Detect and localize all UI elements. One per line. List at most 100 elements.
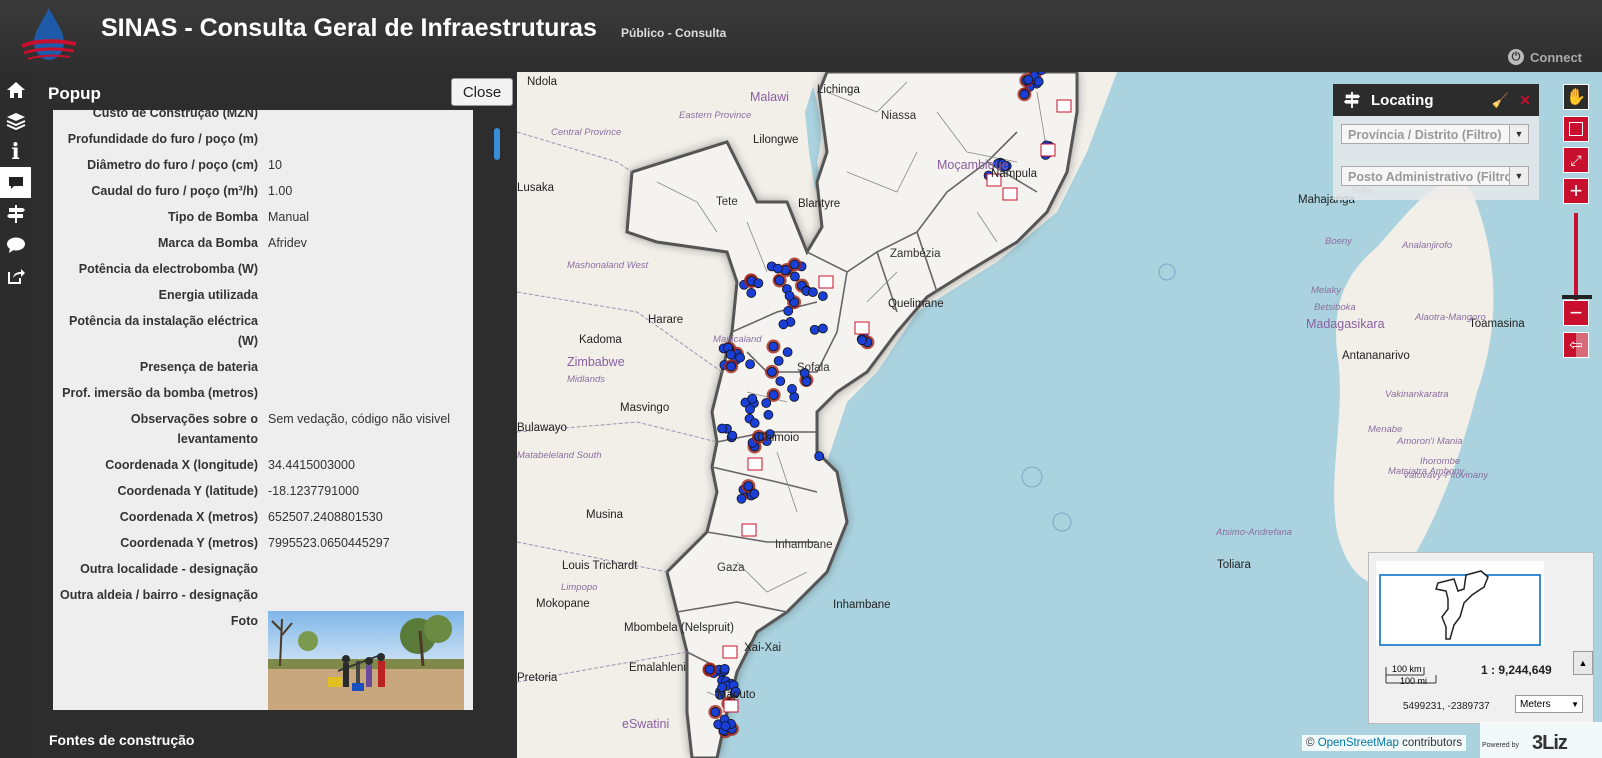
app-subtitle: Público - Consulta bbox=[621, 26, 727, 40]
info-button[interactable]: i bbox=[0, 136, 31, 167]
map-label: Mashonaland West bbox=[567, 260, 649, 271]
popup-scrollbar[interactable] bbox=[494, 128, 500, 160]
point-marker bbox=[789, 259, 800, 270]
power-icon: ⏻ bbox=[1508, 49, 1524, 65]
attribute-value: -18.1237791000 bbox=[268, 484, 360, 498]
zoom-out-button[interactable]: − bbox=[1563, 300, 1589, 326]
popup-footer-text: Fontes de construção bbox=[49, 732, 195, 748]
attribute-row: Outra aldeia / bairro - designação bbox=[53, 583, 473, 609]
map-label: Quelimane bbox=[888, 298, 944, 310]
attribute-key: Potência da instalação eléctrica (W) bbox=[69, 314, 258, 348]
attribute-key: Prof. imersão da bomba (metros) bbox=[62, 386, 258, 400]
point-marker bbox=[749, 488, 760, 499]
attribute-row: Potência da electrobomba (W) bbox=[53, 257, 473, 283]
attribute-value bbox=[263, 557, 473, 583]
left-toolbar: i bbox=[0, 72, 31, 758]
osm-link[interactable]: OpenStreetMap bbox=[1318, 737, 1399, 749]
popup-button[interactable] bbox=[0, 167, 31, 198]
map-label: Zambézia bbox=[890, 248, 941, 260]
attribute-table: Custo de Construção (MZN) Profundidade do… bbox=[53, 110, 473, 710]
scale-km: 100 km bbox=[1392, 664, 1422, 674]
attribute-value: Afridev bbox=[268, 236, 307, 250]
attribute-value: 7995523.0650445297 bbox=[268, 536, 390, 550]
point-marker bbox=[768, 341, 779, 352]
close-icon[interactable]: ✕ bbox=[1519, 92, 1531, 109]
point-marker bbox=[857, 335, 867, 346]
connect-button[interactable]: ⏻ Connect bbox=[1508, 49, 1582, 65]
attribute-value: 10 bbox=[268, 158, 282, 172]
zoom-slider-handle[interactable] bbox=[1562, 295, 1592, 299]
point-marker bbox=[778, 319, 789, 330]
arrow-left-icon: ⇦ bbox=[1569, 337, 1583, 354]
attribute-key: Energia utilizada bbox=[158, 288, 258, 302]
point-marker bbox=[1033, 76, 1044, 87]
map-label: Lusaka bbox=[517, 182, 555, 194]
attribute-row: Prof. imersão da bomba (metros) bbox=[53, 381, 473, 407]
home-icon bbox=[6, 81, 25, 98]
pan-button[interactable]: ✋ bbox=[1563, 84, 1589, 110]
attribute-value bbox=[263, 355, 473, 381]
point-marker bbox=[749, 418, 760, 428]
site-photo[interactable] bbox=[268, 611, 464, 710]
connect-label: Connect bbox=[1530, 49, 1582, 65]
home-button[interactable] bbox=[0, 74, 31, 105]
point-marker bbox=[710, 707, 721, 717]
share-button[interactable] bbox=[0, 260, 31, 291]
zoom-in-button[interactable]: + bbox=[1563, 178, 1589, 204]
clear-filter-icon[interactable]: 🧹 bbox=[1492, 92, 1509, 109]
overview-map-canvas[interactable] bbox=[1376, 561, 1544, 646]
point-marker bbox=[790, 271, 800, 282]
comment-button[interactable] bbox=[0, 229, 31, 260]
map-label: Maputo bbox=[717, 689, 756, 701]
point-marker bbox=[772, 263, 783, 274]
popup-content[interactable]: Custo de Construção (MZN) Profundidade do… bbox=[53, 110, 473, 710]
attribute-value bbox=[263, 257, 473, 283]
attribute-row: Marca da Bomba Afridev bbox=[53, 231, 473, 257]
attribute-row: Coordenada Y (metros) 7995523.0650445297 bbox=[53, 531, 473, 557]
point-marker bbox=[817, 323, 828, 334]
map-label: Amoron'i Mania bbox=[1397, 436, 1463, 447]
units-select[interactable]: Meters ▼ bbox=[1515, 695, 1583, 713]
overview-toggle-button[interactable]: ▲ bbox=[1573, 651, 1593, 675]
foto-row: Foto bbox=[53, 609, 473, 710]
3liz-logo: 3Liz bbox=[1532, 732, 1568, 754]
zoom-box-button[interactable] bbox=[1563, 116, 1589, 142]
map-label: Inhambane bbox=[775, 539, 833, 551]
cd-marker bbox=[818, 275, 834, 289]
map-label: Mbombela (Nelspruit) bbox=[624, 622, 734, 634]
posto-administrativo-select[interactable]: Posto Administrativo (Filtro) ▼ bbox=[1341, 166, 1529, 186]
attribute-key: Marca da Bomba bbox=[157, 236, 258, 250]
point-marker bbox=[746, 288, 757, 298]
history-back-button[interactable]: ⇦ bbox=[1563, 332, 1589, 358]
map-label: Midlands bbox=[567, 374, 606, 385]
locating-panel: Locating 🧹 ✕ Província / Distrito (Filtr… bbox=[1333, 84, 1539, 200]
map-label: Manicaland bbox=[713, 334, 762, 345]
map-label: Musina bbox=[586, 509, 624, 521]
province-district-select[interactable]: Província / Distrito (Filtro) ▼ bbox=[1341, 124, 1529, 144]
attribute-row: Outra localidade - designação bbox=[53, 557, 473, 583]
minus-icon: − bbox=[1569, 300, 1583, 325]
point-marker bbox=[736, 493, 747, 504]
layers-button[interactable] bbox=[0, 105, 31, 136]
attribute-key: Profundidade do furo / poço (m) bbox=[67, 132, 258, 146]
comment-icon bbox=[6, 237, 25, 253]
map-label: Malawi bbox=[750, 90, 789, 104]
point-marker bbox=[774, 275, 785, 286]
cd-marker bbox=[723, 699, 739, 713]
close-button[interactable]: Close bbox=[451, 78, 513, 106]
map-label: Inhambane bbox=[833, 599, 891, 611]
attribute-key: Diâmetro do furo / poço (cm) bbox=[87, 158, 258, 172]
powered-by-logo[interactable]: Powered by 3Liz bbox=[1480, 722, 1602, 758]
map-label: Zimbabwe bbox=[567, 355, 625, 369]
point-marker bbox=[773, 355, 784, 366]
map-label: Matabeleland South bbox=[517, 450, 602, 461]
zoom-extent-button[interactable]: ⤢ bbox=[1563, 147, 1589, 173]
map-label: Eastern Province bbox=[679, 110, 752, 121]
locating-button[interactable] bbox=[0, 198, 31, 229]
map-label: Betsiboka bbox=[1314, 302, 1356, 313]
point-marker bbox=[704, 664, 715, 675]
map-label: Bulawayo bbox=[517, 422, 567, 434]
layers-icon bbox=[6, 112, 25, 130]
cd-marker bbox=[1002, 187, 1018, 201]
map-label: Gaza bbox=[717, 562, 745, 574]
